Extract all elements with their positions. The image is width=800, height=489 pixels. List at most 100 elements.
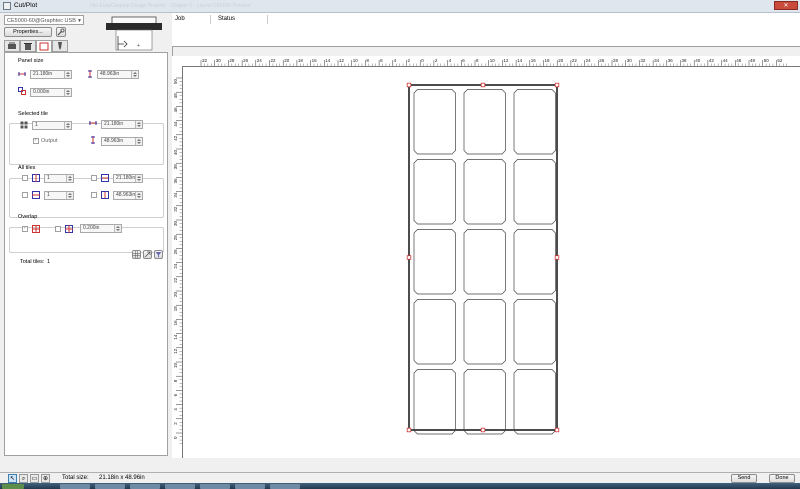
done-button[interactable]: Done bbox=[769, 474, 795, 483]
all-tiles-height-stepper[interactable] bbox=[135, 192, 142, 199]
ruler-tick-label: 18 bbox=[298, 58, 304, 63]
selected-tile-stepper[interactable] bbox=[64, 122, 71, 129]
properties-button[interactable]: Properties... bbox=[4, 27, 52, 37]
panel-height-field[interactable]: 48.963in bbox=[97, 70, 139, 79]
panel-border[interactable] bbox=[408, 84, 558, 431]
tile-options-button[interactable] bbox=[154, 250, 163, 259]
tile-height-field[interactable]: 48.963in bbox=[101, 137, 143, 146]
device-select[interactable]: CE5000-60@Graphtec USB ▼ bbox=[4, 15, 84, 25]
panel-icon bbox=[39, 42, 49, 51]
select-tool-button[interactable]: ↖ bbox=[8, 474, 17, 483]
all-tiles-height-checkbox[interactable] bbox=[91, 192, 97, 198]
grid-icon bbox=[133, 251, 140, 258]
send-button[interactable]: Send bbox=[731, 474, 757, 483]
chevron-down-icon: ▼ bbox=[77, 18, 82, 24]
job-list[interactable]: Job Status bbox=[172, 13, 800, 47]
panel-overlap-field[interactable]: 0.000in bbox=[30, 88, 72, 97]
ruler-tick-label: 46 bbox=[173, 107, 178, 113]
tab-weed[interactable] bbox=[20, 40, 36, 52]
ruler-tick-label: 48 bbox=[750, 58, 756, 63]
panel-height-icon bbox=[88, 70, 92, 78]
overlap-enable-checkbox[interactable] bbox=[22, 225, 28, 232]
all-tiles-cols-stepper[interactable] bbox=[66, 175, 73, 182]
ruler-tick-label: 30 bbox=[173, 220, 178, 226]
cut-preview-canvas[interactable] bbox=[183, 67, 800, 458]
ruler-tick-label: 2 bbox=[173, 422, 178, 425]
all-tiles-cols-checkbox[interactable] bbox=[22, 175, 28, 181]
selection-handle[interactable] bbox=[480, 427, 486, 433]
output-checkbox[interactable] bbox=[33, 137, 39, 144]
all-tiles-rows-field[interactable]: 1 bbox=[44, 191, 74, 200]
horizontal-ruler: 32 30 28 26 24 22 20 18 16 14 12 10 8 6 4 2 0 2 4 6 8 10 12 14 1… bbox=[172, 56, 800, 67]
all-tiles-width-checkbox[interactable] bbox=[91, 175, 97, 181]
selection-handle[interactable] bbox=[406, 255, 412, 260]
taskbar-item[interactable] bbox=[270, 484, 300, 489]
selection-handle[interactable] bbox=[554, 255, 560, 260]
overlap-stepper[interactable] bbox=[114, 225, 121, 232]
all-tiles-width-field[interactable]: 21.180in bbox=[113, 174, 143, 183]
ruler-tick-label: 14 bbox=[517, 58, 523, 63]
columns-icon bbox=[32, 174, 40, 182]
all-tiles-cols-field[interactable]: 1 bbox=[44, 174, 74, 183]
tile-width-stepper[interactable] bbox=[135, 121, 142, 128]
taskbar-item[interactable] bbox=[60, 484, 90, 489]
vertical-ruler: 5048464442403836343230282624222018161412… bbox=[172, 66, 183, 458]
ruler-tick-label: 34 bbox=[173, 192, 178, 198]
selection-handle[interactable] bbox=[554, 82, 560, 88]
panel-overlap-stepper[interactable] bbox=[64, 89, 71, 96]
device-settings-button[interactable] bbox=[56, 27, 66, 37]
taskbar-item[interactable] bbox=[130, 484, 160, 489]
panel-width-stepper[interactable] bbox=[64, 71, 71, 78]
ruler-tick-label: 38 bbox=[682, 58, 688, 63]
ruler-tick-label: 32 bbox=[640, 58, 646, 63]
tile-arrange-button[interactable] bbox=[143, 250, 152, 259]
ruler-tick-label: 30 bbox=[627, 58, 633, 63]
selection-handle[interactable] bbox=[480, 82, 486, 88]
total-size-label: Total size: bbox=[62, 475, 89, 481]
tile-height-stepper[interactable] bbox=[135, 138, 142, 145]
zoom-fit-button[interactable]: ⊕ bbox=[41, 474, 50, 483]
selected-tile-field[interactable]: 1 bbox=[32, 121, 72, 130]
all-tiles-rows-stepper[interactable] bbox=[66, 192, 73, 199]
overlap-value: 0.200in bbox=[83, 225, 100, 231]
overlap-vertical-checkbox[interactable] bbox=[55, 226, 61, 232]
selection-handle[interactable] bbox=[554, 427, 560, 433]
ruler-tick-label: 48 bbox=[173, 93, 178, 99]
ruler-tick-label: 46 bbox=[736, 58, 742, 63]
ruler-tick-label: 16 bbox=[312, 58, 318, 63]
selection-handle[interactable] bbox=[406, 82, 412, 88]
all-tiles-rows-checkbox[interactable] bbox=[22, 192, 28, 198]
ruler-tick-label: 32 bbox=[173, 206, 178, 212]
ruler-tick-label: 6 bbox=[380, 58, 383, 63]
total-tiles-label: Total tiles: bbox=[20, 259, 45, 265]
status-column-header[interactable]: Status bbox=[218, 16, 235, 22]
tile-height-value: 48.963in bbox=[104, 138, 124, 144]
device-select-value: CE5000-60@Graphtec USB bbox=[7, 18, 76, 24]
tile-width-field[interactable]: 21.180in bbox=[101, 120, 143, 129]
taskbar-item[interactable] bbox=[165, 484, 195, 489]
all-tiles-width-stepper[interactable] bbox=[135, 175, 142, 182]
tab-cut[interactable] bbox=[4, 40, 20, 52]
close-button[interactable]: ✕ bbox=[774, 1, 798, 10]
panel-size-title: Panel size bbox=[18, 58, 44, 64]
selection-handle[interactable] bbox=[406, 427, 412, 433]
overlap-field[interactable]: 0.200in bbox=[80, 224, 122, 233]
taskbar bbox=[0, 483, 800, 489]
taskbar-item[interactable] bbox=[235, 484, 265, 489]
ruler-tick-label: 0 bbox=[173, 436, 178, 439]
tab-blade[interactable] bbox=[52, 40, 68, 52]
start-button[interactable] bbox=[2, 484, 24, 489]
all-tiles-title: All tiles bbox=[18, 165, 36, 171]
panel-width-field[interactable]: 21.180in bbox=[30, 70, 72, 79]
panel-height-stepper[interactable] bbox=[131, 71, 138, 78]
ruler-tick-label: 12 bbox=[503, 58, 509, 63]
printer-icon bbox=[8, 42, 16, 49]
job-column-header[interactable]: Job bbox=[175, 16, 185, 22]
all-tiles-height-field[interactable]: 48.963in bbox=[113, 191, 143, 200]
zoom-page-button[interactable]: ▭ bbox=[30, 474, 39, 483]
taskbar-item[interactable] bbox=[200, 484, 230, 489]
ruler-tick-label: 6 bbox=[173, 393, 178, 396]
tile-grid-button[interactable] bbox=[132, 250, 141, 259]
taskbar-item[interactable] bbox=[95, 484, 125, 489]
zoom-tool-button[interactable]: ⌕ bbox=[19, 474, 28, 483]
